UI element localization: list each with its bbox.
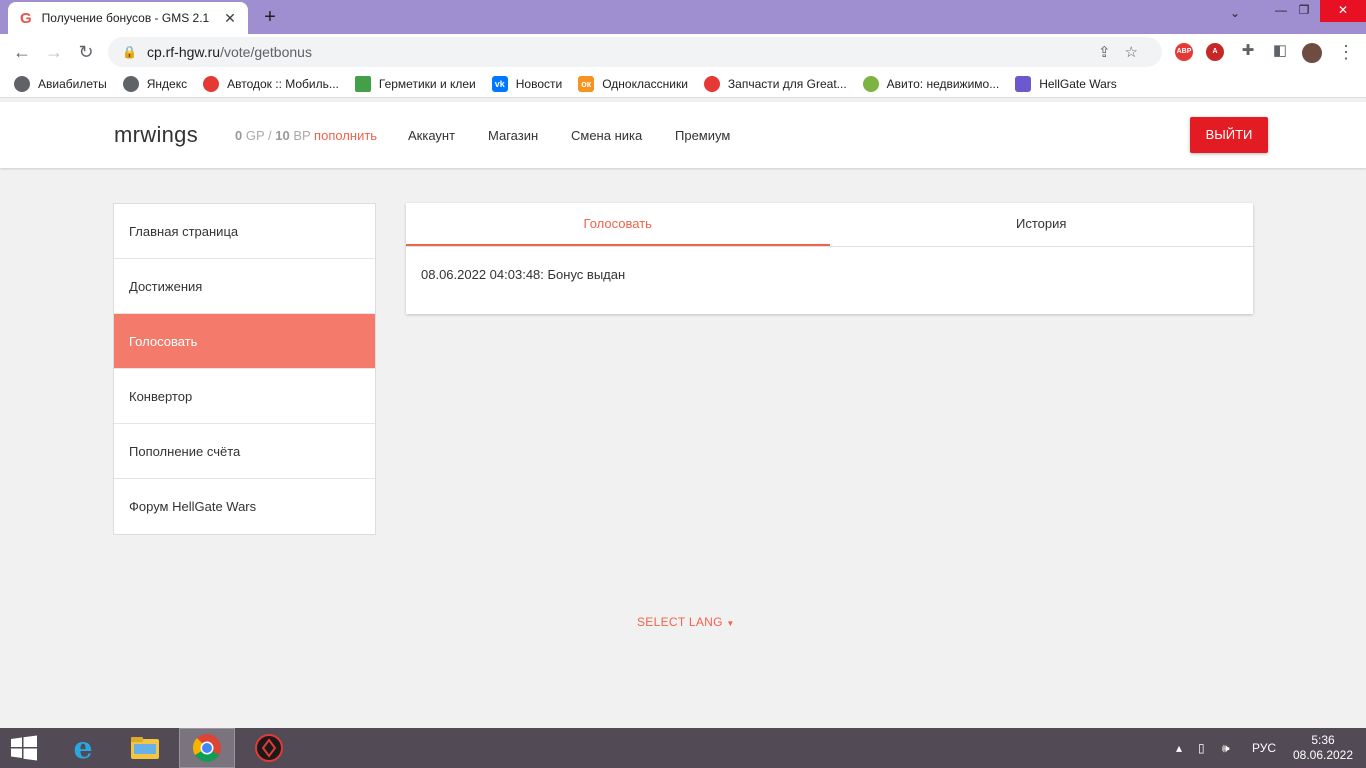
network-icon[interactable]: ▯ [1198, 728, 1205, 768]
windows-taskbar: e ▴ ▯ 🕪 РУС 5:36 08.06.2022 [0, 728, 1366, 768]
globe-icon [122, 75, 139, 92]
bookmark-item[interactable]: vk Новости [491, 75, 563, 92]
menu-kebab-icon[interactable]: ⋮ [1334, 41, 1358, 65]
url-path: /vote/getbonus [220, 44, 312, 60]
bookmark-label: Авиабилеты [38, 76, 107, 91]
vote-panel: Голосовать История 08.06.2022 04:03:48: … [406, 203, 1253, 314]
bookmark-item[interactable]: Автодок :: Мобиль... [203, 75, 339, 92]
bookmark-label: HellGate Wars [1039, 76, 1117, 91]
sidebar-item-converter[interactable]: Конвертор [114, 369, 375, 424]
panel-tabs: Голосовать История [406, 203, 1253, 247]
lifebuoy-icon [203, 75, 220, 92]
gms-favicon-icon: G [20, 9, 32, 27]
nav-change-nick[interactable]: Смена ника [571, 128, 642, 143]
globe-icon [14, 75, 30, 92]
reload-icon[interactable]: ↻ [74, 41, 98, 65]
sidebar-item-vote[interactable]: Голосовать [114, 314, 375, 369]
browser-tab[interactable]: G Получение бонусов - GMS 2.1 ✕ [8, 2, 248, 34]
bookmark-label: Одноклассники [602, 76, 688, 91]
sidebar-item-home[interactable]: Главная страница [114, 204, 375, 259]
bookmark-item[interactable]: Авито: недвижимо... [862, 75, 1000, 92]
select-lang-label: SELECT LANG [637, 615, 723, 629]
sidebar-item-achievements[interactable]: Достижения [114, 259, 375, 314]
page-content: mrwings 0 GP / 10 BP пополнить Аккаунт М… [0, 102, 1366, 728]
bookmark-item[interactable]: Герметики и клеи [354, 75, 476, 92]
tab-title: Получение бонусов - GMS 2.1 [41, 11, 210, 25]
tab-vote[interactable]: Голосовать [406, 203, 830, 246]
bp-value: 10 [275, 128, 290, 143]
window-close-icon[interactable]: ✕ [1320, 0, 1366, 22]
lock-icon[interactable]: 🔒 [122, 45, 137, 59]
url-host: cp.rf-hgw.ru [146, 44, 221, 60]
language-indicator[interactable]: РУС [1252, 728, 1276, 768]
sidebar-menu: Главная страница Достижения Голосовать К… [113, 203, 376, 535]
adblock-plus-icon[interactable]: ABP [1175, 43, 1193, 61]
bookmarks-bar: Авиабилеты Яндекс Автодок :: Мобиль... Г… [0, 70, 1366, 98]
bookmark-label: Авито: недвижимо... [886, 76, 1000, 91]
new-tab-icon[interactable]: + [258, 5, 282, 29]
address-bar[interactable]: 🔒 cp.rf-hgw.ru/vote/getbonus ⇪☆ [108, 37, 1162, 67]
tab-search-icon[interactable]: ⌄ [1230, 6, 1240, 20]
clock-time: 5:36 [1311, 733, 1335, 747]
bookmark-label: Герметики и клеи [378, 76, 476, 91]
brand-username[interactable]: mrwings [114, 122, 198, 148]
bookmark-item[interactable]: Запчасти для Great... [703, 75, 847, 92]
balance: 0 GP / 10 BP пополнить [235, 128, 377, 143]
tray-chevron-icon[interactable]: ▴ [1176, 728, 1182, 768]
windows-start-icon[interactable] [0, 728, 48, 768]
colorful-square-icon [354, 75, 371, 92]
volume-icon[interactable]: 🕪 [1222, 728, 1230, 768]
game-launcher-icon[interactable] [241, 728, 297, 768]
tab-history[interactable]: История [830, 203, 1254, 246]
bookmark-label: Яндекс [146, 76, 188, 91]
bookmark-label: Автодок :: Мобиль... [227, 76, 339, 91]
clock-date: 08.06.2022 [1292, 748, 1354, 762]
bonus-message: 08.06.2022 04:03:48: Бонус выдан [421, 267, 626, 282]
logout-button[interactable]: ВЫЙТИ [1190, 117, 1268, 153]
file-explorer-icon[interactable] [117, 728, 173, 768]
taskbar-clock[interactable]: 5:36 08.06.2022 [1290, 733, 1356, 763]
bookmark-item[interactable]: Авиабилеты [14, 75, 107, 92]
sidebar-item-topup[interactable]: Пополнение счёта [114, 424, 375, 479]
back-icon[interactable]: ← [10, 41, 34, 65]
bookmark-item[interactable]: Яндекс [122, 75, 188, 92]
bookmark-label: Новости [515, 76, 563, 91]
extensions-puzzle-icon[interactable]: ✚ [1236, 40, 1260, 64]
caret-down-icon: ▼ [726, 619, 735, 628]
browser-tab-strip: G Получение бонусов - GMS 2.1 ✕ + ⌄ — ❐ … [0, 0, 1366, 34]
tab-close-icon[interactable]: ✕ [220, 10, 240, 27]
gp-label: GP / [242, 128, 276, 143]
internet-explorer-icon[interactable]: e [55, 728, 111, 768]
topup-link[interactable]: пополнить [314, 128, 377, 143]
hellgate-cube-icon [1015, 75, 1032, 92]
sidebar-item-forum[interactable]: Форум HellGate Wars [114, 479, 375, 534]
browser-toolbar: ← → ↻ 🔒 cp.rf-hgw.ru/vote/getbonus ⇪☆ AB… [0, 34, 1366, 70]
extension-badge-icon[interactable]: A [1206, 43, 1224, 61]
avito-dots-icon [862, 75, 879, 92]
parts-icon [703, 75, 720, 92]
chrome-icon[interactable] [179, 728, 235, 768]
bp-label: BP [289, 128, 315, 143]
bookmark-item[interactable]: HellGate Wars [1015, 75, 1117, 92]
vk-icon: vk [491, 75, 508, 92]
bookmark-item[interactable]: ок Одноклассники [578, 75, 688, 92]
nav-shop[interactable]: Магазин [488, 128, 538, 143]
side-panel-icon[interactable]: ◧ [1268, 40, 1292, 64]
profile-avatar[interactable] [1302, 43, 1322, 63]
nav-premium[interactable]: Премиум [675, 128, 730, 143]
bookmark-label: Запчасти для Great... [727, 76, 847, 91]
odnoklassniki-icon: ок [578, 75, 595, 92]
select-lang-dropdown[interactable]: SELECT LANG ▼ [637, 615, 735, 629]
share-and-bookmark-star-icons[interactable]: ⇪☆ [1098, 43, 1152, 61]
site-header: mrwings 0 GP / 10 BP пополнить Аккаунт М… [0, 102, 1366, 168]
nav-account[interactable]: Аккаунт [408, 128, 455, 143]
forward-icon[interactable]: → [42, 41, 66, 65]
